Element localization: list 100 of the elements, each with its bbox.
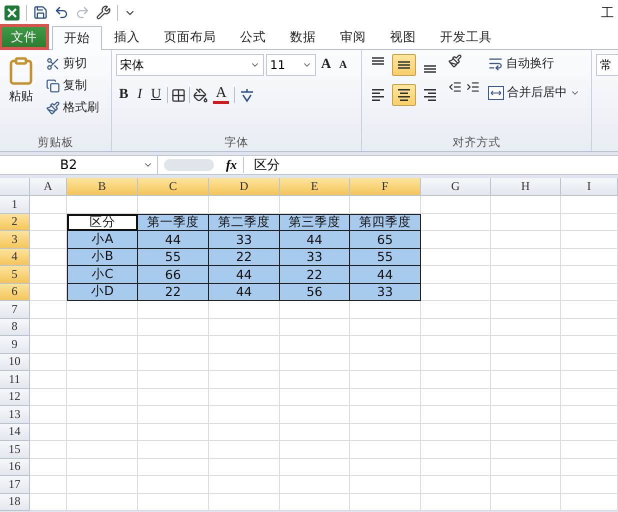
column-header[interactable]: G (421, 178, 491, 196)
empty-cell[interactable] (280, 424, 350, 441)
empty-cell[interactable] (491, 284, 561, 301)
column-header[interactable]: I (561, 178, 618, 196)
row-header[interactable]: 9 (0, 336, 30, 354)
empty-cell[interactable] (561, 196, 618, 214)
empty-cell[interactable] (561, 354, 618, 371)
underline-button[interactable]: U (148, 87, 164, 103)
empty-cell[interactable] (138, 441, 209, 458)
empty-cell[interactable] (209, 318, 280, 336)
empty-cell[interactable] (209, 441, 280, 458)
align-button[interactable] (392, 84, 416, 106)
empty-cell[interactable] (350, 458, 421, 476)
cut-button[interactable]: 剪切 (44, 54, 101, 73)
empty-cell[interactable] (421, 301, 491, 318)
empty-cell[interactable] (138, 336, 209, 354)
row-header[interactable]: 12 (0, 388, 30, 406)
empty-cell[interactable] (280, 318, 350, 336)
wrench-icon[interactable] (96, 5, 111, 20)
border-icon[interactable] (171, 88, 186, 102)
empty-cell[interactable] (561, 301, 618, 318)
empty-cell[interactable] (209, 371, 280, 388)
empty-cell[interactable] (209, 476, 280, 494)
column-header[interactable]: H (491, 178, 561, 196)
empty-cell[interactable] (209, 494, 280, 511)
empty-cell[interactable] (67, 336, 138, 354)
empty-cell[interactable] (138, 406, 209, 424)
merge-center-button[interactable]: 合并后居中 (486, 83, 582, 102)
empty-cell[interactable] (491, 248, 561, 266)
empty-cell[interactable] (421, 354, 491, 371)
empty-cell[interactable] (209, 424, 280, 441)
empty-cell[interactable] (138, 424, 209, 441)
empty-cell[interactable] (561, 388, 618, 406)
empty-cell[interactable] (67, 354, 138, 371)
empty-cell[interactable] (138, 388, 209, 406)
empty-cell[interactable] (421, 388, 491, 406)
empty-cell[interactable] (350, 388, 421, 406)
empty-cell[interactable] (67, 318, 138, 336)
empty-cell[interactable] (561, 284, 618, 301)
empty-cell[interactable] (138, 476, 209, 494)
ribbon-tab[interactable]: 开发工具 (428, 25, 504, 49)
empty-cell[interactable] (350, 301, 421, 318)
empty-cell[interactable] (67, 476, 138, 494)
file-tab[interactable]: 文件 (0, 25, 48, 49)
empty-cell[interactable] (138, 494, 209, 511)
empty-cell[interactable] (491, 196, 561, 214)
empty-cell[interactable] (209, 388, 280, 406)
empty-cell[interactable] (350, 441, 421, 458)
row-header[interactable]: 2 (0, 214, 30, 231)
row-header[interactable]: 5 (0, 266, 30, 284)
empty-cell[interactable] (491, 301, 561, 318)
empty-cell[interactable] (421, 441, 491, 458)
row-header[interactable]: 18 (0, 494, 30, 511)
row-header[interactable]: 13 (0, 406, 30, 424)
column-header[interactable]: C (138, 178, 209, 196)
shrink-font-button[interactable]: A (336, 59, 350, 71)
empty-cell[interactable] (138, 318, 209, 336)
empty-cell[interactable] (421, 458, 491, 476)
empty-cell[interactable] (561, 441, 618, 458)
empty-cell[interactable] (280, 494, 350, 511)
ribbon-tab[interactable]: 数据 (278, 25, 328, 49)
empty-cell[interactable] (421, 318, 491, 336)
empty-cell[interactable] (67, 388, 138, 406)
number-format-dropdown[interactable]: 常 (596, 54, 618, 76)
ribbon-tab[interactable]: 页面布局 (152, 25, 228, 49)
empty-cell[interactable] (491, 441, 561, 458)
row-header[interactable]: 1 (0, 196, 30, 214)
copy-button[interactable]: 复制 (44, 76, 101, 95)
empty-cell[interactable] (280, 301, 350, 318)
empty-cell[interactable] (138, 371, 209, 388)
empty-cell[interactable] (561, 266, 618, 284)
column-header[interactable]: D (209, 178, 280, 196)
empty-cell[interactable] (421, 406, 491, 424)
column-header[interactable]: E (280, 178, 350, 196)
row-header[interactable]: 14 (0, 424, 30, 441)
row-header[interactable]: 6 (0, 284, 30, 301)
empty-cell[interactable] (561, 458, 618, 476)
row-header[interactable]: 8 (0, 318, 30, 336)
empty-cell[interactable] (280, 371, 350, 388)
empty-cell[interactable] (67, 494, 138, 511)
empty-cell[interactable] (280, 336, 350, 354)
save-icon[interactable] (33, 5, 48, 20)
ribbon-tab[interactable]: 视图 (378, 25, 428, 49)
empty-cell[interactable] (491, 266, 561, 284)
empty-cell[interactable] (280, 406, 350, 424)
empty-cell[interactable] (280, 388, 350, 406)
font-color-button[interactable]: A (211, 86, 232, 104)
grow-font-button[interactable]: A (318, 57, 334, 73)
empty-cell[interactable] (280, 441, 350, 458)
empty-cell[interactable] (421, 371, 491, 388)
empty-cell[interactable] (350, 476, 421, 494)
empty-cell[interactable] (491, 214, 561, 231)
column-header[interactable]: B (67, 178, 138, 196)
wrap-text-button[interactable]: 自动换行 (486, 54, 582, 73)
empty-cell[interactable] (561, 424, 618, 441)
align-button[interactable] (392, 54, 416, 76)
row-header[interactable]: 16 (0, 458, 30, 476)
empty-cell[interactable] (138, 354, 209, 371)
empty-cell[interactable] (561, 371, 618, 388)
empty-cell[interactable] (421, 476, 491, 494)
